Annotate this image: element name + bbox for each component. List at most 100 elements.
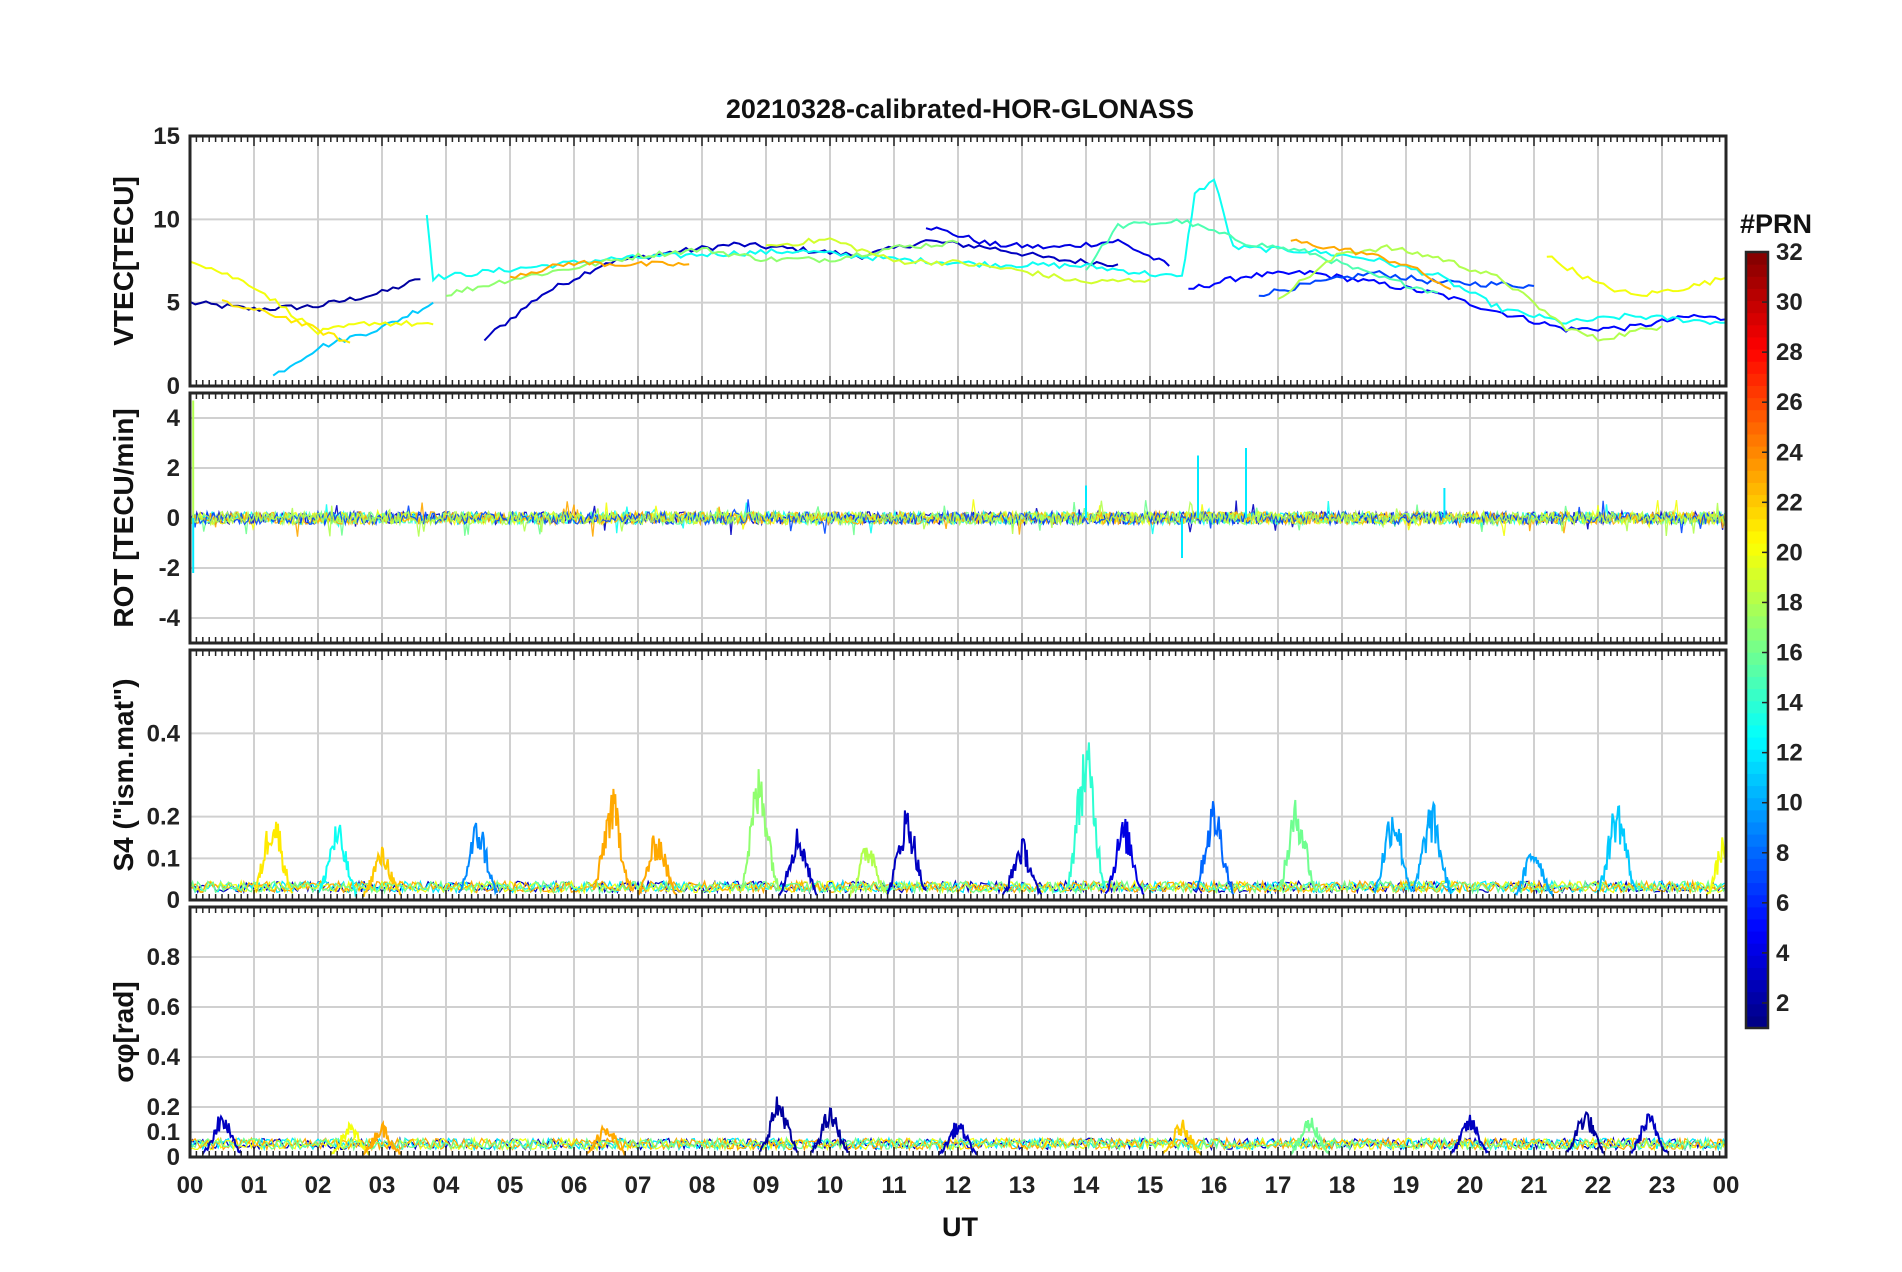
colorbar-tick-label: 6: [1776, 890, 1789, 917]
x-tick-label: 13: [1009, 1172, 1036, 1199]
colorbar-segment: [1746, 458, 1768, 471]
y-axis-label: ROT [TECU/min]: [108, 408, 139, 627]
colorbar-tick-label: 30: [1776, 289, 1803, 316]
colorbar-segment: [1746, 579, 1768, 593]
colorbar-segment: [1746, 882, 1768, 896]
colorbar-tick-label: 24: [1776, 439, 1803, 466]
x-tick-label: 08: [689, 1172, 716, 1199]
y-tick-label: -2: [159, 555, 180, 582]
x-tick-label: 11: [881, 1172, 906, 1199]
y-tick-label: 5: [167, 290, 180, 317]
colorbar-segment: [1746, 640, 1768, 653]
colorbar-tick-label: 12: [1776, 740, 1803, 767]
x-tick-label: 00: [1713, 1172, 1740, 1199]
colorbar-segment: [1746, 312, 1768, 326]
colorbar-segment: [1746, 712, 1768, 726]
x-tick-label: 15: [1137, 1172, 1164, 1199]
colorbar-segment: [1746, 749, 1768, 762]
y-tick-label: -4: [159, 605, 181, 632]
colorbar-segment: [1746, 470, 1768, 483]
colorbar-tick-label: 2: [1776, 990, 1789, 1017]
colorbar-segment: [1746, 397, 1768, 411]
colorbar-segment: [1746, 252, 1768, 265]
colorbar-segment: [1746, 894, 1768, 908]
x-tick-label: 16: [1201, 1172, 1228, 1199]
colorbar-tick-label: 14: [1776, 690, 1803, 717]
colorbar-segment: [1746, 543, 1768, 556]
y-tick-label: 2: [167, 455, 180, 482]
colorbar-segment: [1746, 931, 1768, 944]
panel-1: 0 5 10 15 VTEC[TECU]: [108, 123, 1728, 400]
x-tick-label: 06: [561, 1172, 588, 1199]
colorbar-segment: [1746, 906, 1768, 920]
chart-title: 20210328-calibrated-HOR-GLONASS: [726, 94, 1194, 124]
colorbar-segment: [1746, 530, 1768, 544]
y-axis-label: VTEC[TECU]: [108, 176, 139, 346]
y-axis-label: S4 ("ism.mat"): [108, 678, 139, 871]
colorbar-segment: [1746, 373, 1768, 386]
x-tick-label: 17: [1265, 1172, 1292, 1199]
figure-canvas: 20210328-calibrated-HOR-GLONASS 051015VT…: [108, 94, 1812, 1242]
colorbar-tick-label: 26: [1776, 389, 1803, 416]
x-tick-label: 07: [625, 1172, 652, 1199]
colorbar-segment: [1746, 943, 1768, 956]
x-tick-label: 00: [177, 1172, 204, 1199]
colorbar-segment: [1746, 421, 1768, 435]
y-tick-label: 0.8: [147, 944, 180, 971]
x-axis: 00 01 02 03 04 05 06 07 08 09 10 11 12 13 14 15 16 17 18 19…: [177, 1172, 1740, 1199]
colorbar-segment: [1746, 724, 1768, 738]
colorbar-segment: [1746, 821, 1768, 835]
x-tick-label: 21: [1521, 1172, 1548, 1199]
colorbar-segment: [1746, 506, 1768, 520]
x-tick-label: 05: [497, 1172, 524, 1199]
x-tick-label: 12: [945, 1172, 972, 1199]
colorbar-segment: [1746, 664, 1768, 677]
colorbar-segment: [1746, 603, 1768, 617]
x-axis-label: UT: [942, 1212, 978, 1242]
y-tick-label: 0.6: [147, 994, 180, 1021]
x-tick-label: 04: [433, 1172, 460, 1199]
x-tick-label: 01: [241, 1172, 268, 1199]
colorbar-tick-label: 10: [1776, 790, 1803, 817]
colorbar-segment: [1746, 870, 1768, 884]
colorbar-segment: [1746, 967, 1768, 981]
x-tick-label: 18: [1329, 1172, 1356, 1199]
colorbar-segment: [1746, 676, 1768, 690]
colorbar: 2468101214161820222426283032: [1744, 239, 1803, 1030]
x-tick-label: 22: [1585, 1172, 1612, 1199]
colorbar-segment: [1746, 494, 1768, 508]
colorbar-tick-label: 18: [1776, 589, 1803, 616]
y-tick-label: 0: [167, 887, 180, 914]
y-tick-label: 0.1: [147, 845, 180, 872]
colorbar-segment: [1746, 276, 1768, 289]
colorbar-segment: [1746, 737, 1768, 750]
colorbar-segment: [1746, 1015, 1768, 1029]
x-tick-label: 03: [369, 1172, 396, 1199]
colorbar-segment: [1746, 1003, 1768, 1017]
colorbar-segment: [1746, 918, 1768, 932]
colorbar-segment: [1746, 349, 1768, 362]
colorbar-segment: [1746, 797, 1768, 811]
y-tick-label: 4: [167, 405, 181, 432]
colorbar-segment: [1746, 409, 1768, 423]
colorbar-segment: [1746, 615, 1768, 629]
colorbar-segment: [1746, 324, 1768, 338]
colorbar-segment: [1746, 761, 1768, 774]
colorbar-tick-label: 28: [1776, 339, 1803, 366]
y-tick-label: 0: [167, 1144, 180, 1171]
x-tick-label: 02: [305, 1172, 332, 1199]
y-tick-label: 0: [167, 373, 180, 400]
panels-group: 051015VTEC[TECU]-4-2024ROT [TECU/min]00.…: [108, 123, 1728, 1171]
x-tick-label: 23: [1649, 1172, 1676, 1199]
x-tick-label: 14: [1073, 1172, 1100, 1199]
colorbar-label: #PRN: [1740, 209, 1812, 239]
colorbar-segment: [1746, 858, 1768, 871]
colorbar-tick-label: 16: [1776, 640, 1803, 667]
colorbar-segment: [1746, 809, 1768, 823]
x-tick-label: 19: [1393, 1172, 1420, 1199]
colorbar-tick-label: 22: [1776, 489, 1803, 516]
y-tick-label: 0.1: [147, 1119, 180, 1146]
x-tick-label: 09: [753, 1172, 780, 1199]
colorbar-segment: [1746, 264, 1768, 277]
colorbar-segment: [1746, 385, 1768, 399]
